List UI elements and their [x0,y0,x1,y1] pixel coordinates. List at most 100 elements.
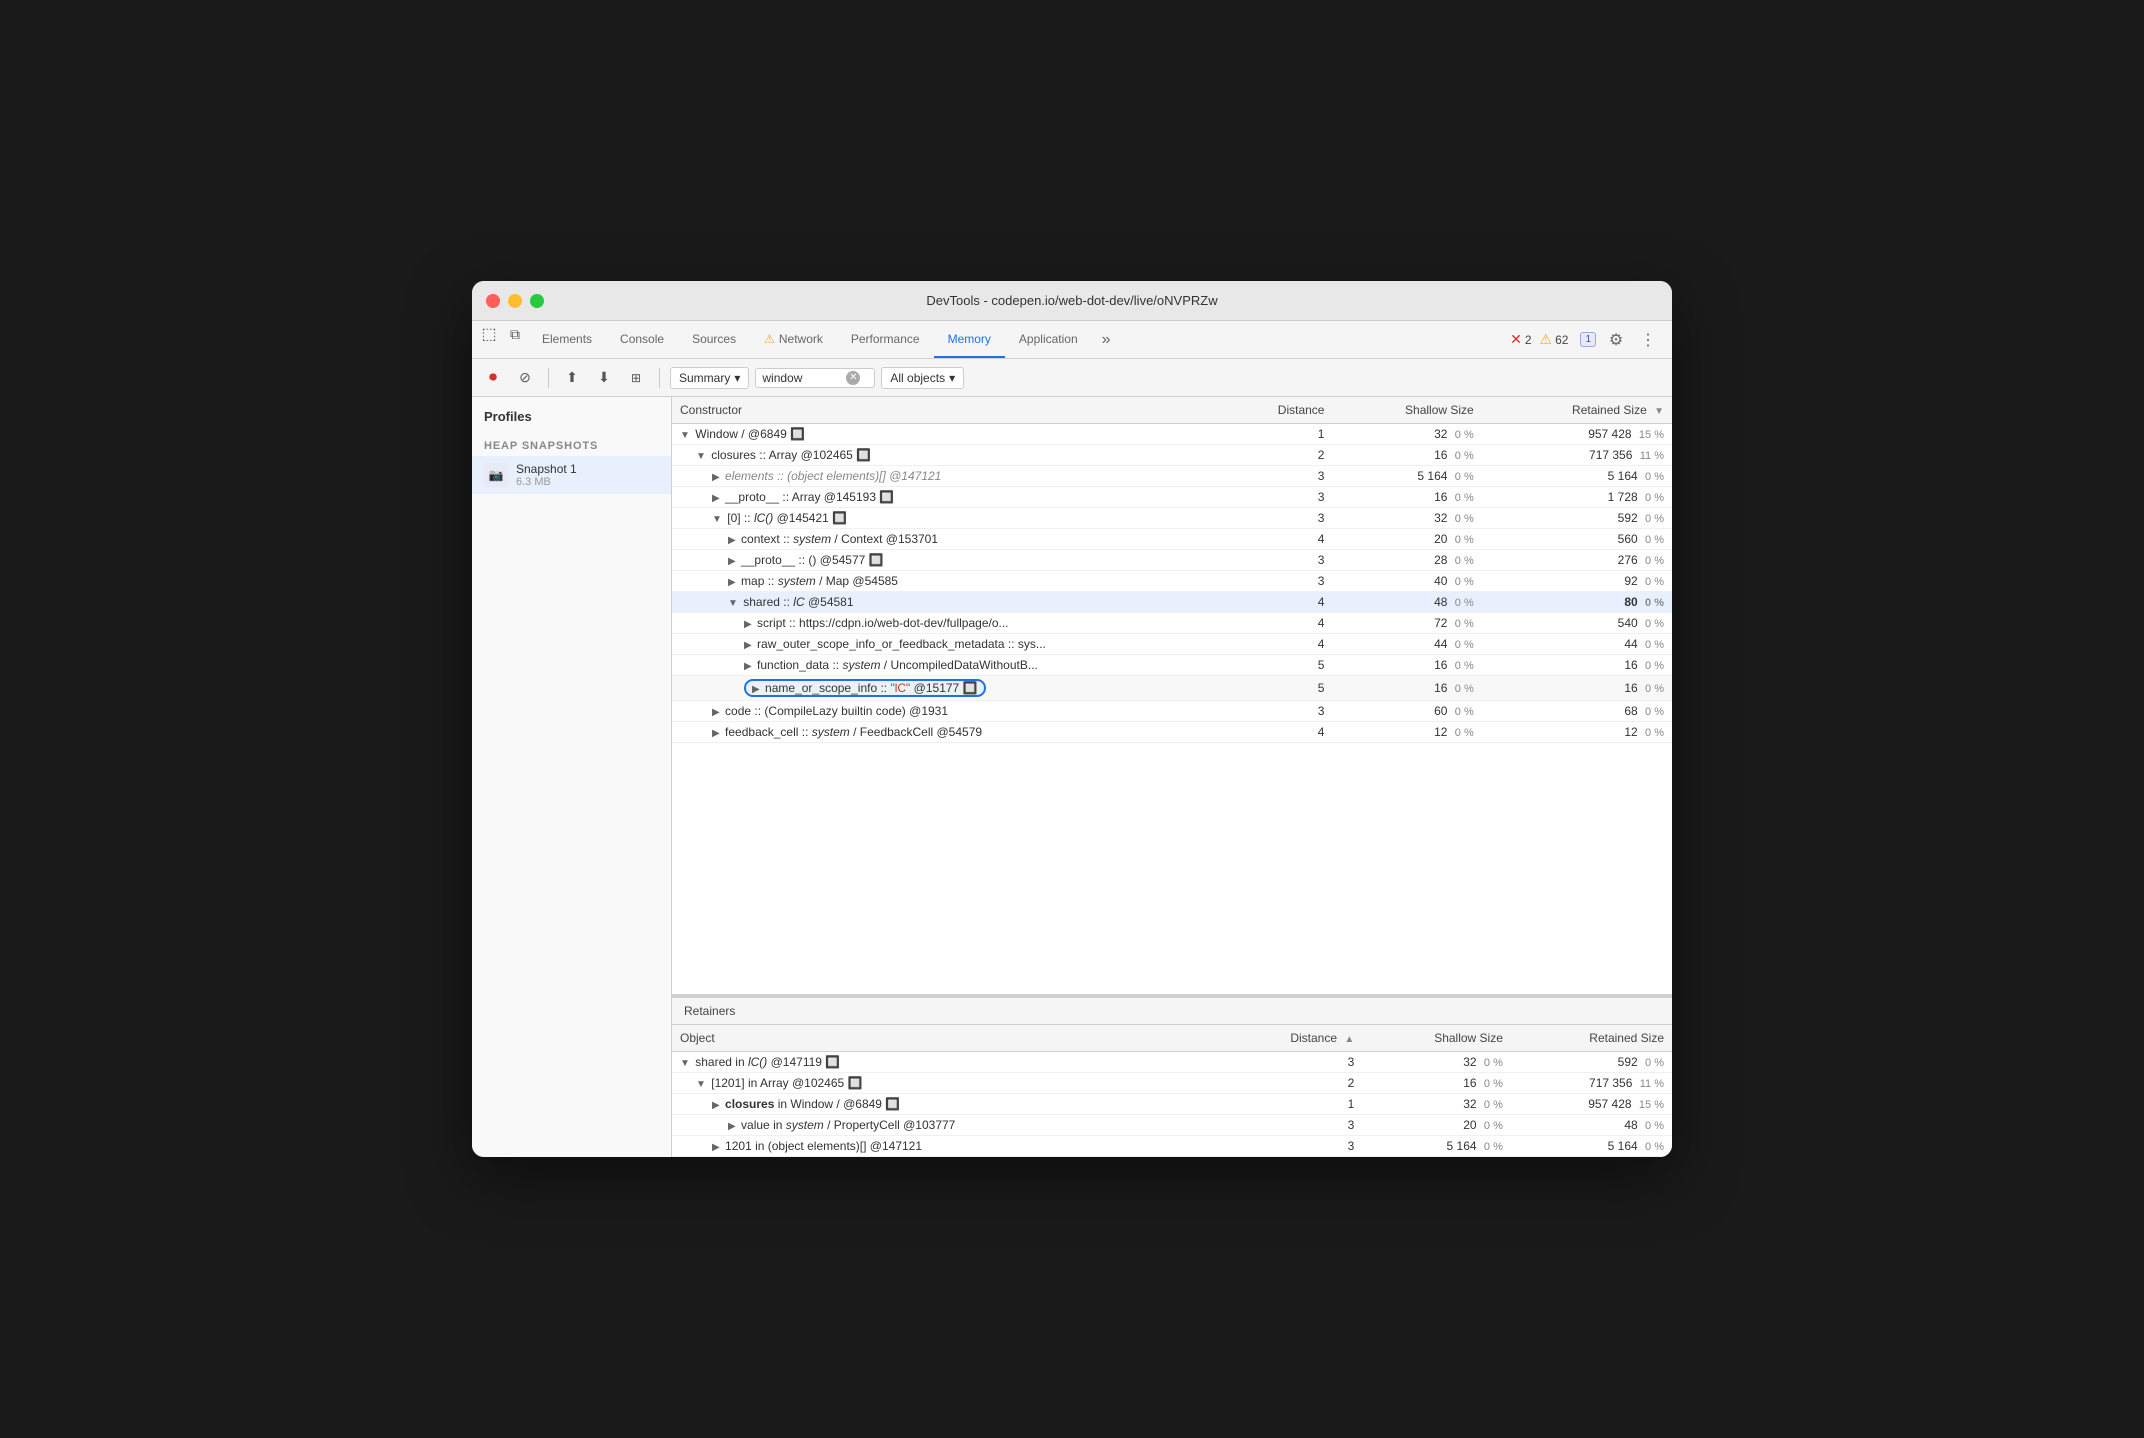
content-area: Constructor Distance Shallow Size Retain… [672,397,1672,1157]
tab-settings-area: ✕ 2 ⚠ 62 1 ⚙ ⋮ [1502,321,1668,358]
sort-desc-icon: ▼ [1654,406,1664,417]
filter-input-container: ✕ [755,368,875,388]
tab-bar: ⬚ ⧉ Elements Console Sources ⚠ Network P… [472,321,1672,359]
th-distance[interactable]: Distance [1222,397,1332,424]
expand-icon[interactable]: ▼ [696,1079,706,1090]
device-icon[interactable]: ⧉ [502,321,528,347]
summary-dropdown-arrow: ▾ [734,371,740,385]
table-row[interactable]: ▶ closures in Window / @6849 🔲 1 32 0 % … [672,1094,1672,1115]
download-icon[interactable]: ⬇ [591,365,617,391]
snapshot-name: Snapshot 1 [516,462,659,476]
tab-console[interactable]: Console [606,321,678,358]
table-row[interactable]: ▼ shared in lC() @147119 🔲 3 32 0 % 592 … [672,1052,1672,1073]
table-row[interactable]: ▶ __proto__ :: () @54577 🔲 3 28 0 % 276 … [672,550,1672,571]
table-row[interactable]: ▶ map :: system / Map @54585 3 40 0 % 92… [672,571,1672,592]
retainers-table-header: Object Distance ▲ Shallow Size Retained … [672,1025,1672,1052]
expand-icon[interactable]: ▶ [712,1142,720,1153]
expand-icon[interactable]: ▶ [752,684,760,695]
snapshot-item[interactable]: 📷 Snapshot 1 6.3 MB [472,456,671,494]
table-row[interactable]: ▶ value in system / PropertyCell @103777… [672,1115,1672,1136]
expand-icon[interactable]: ▼ [680,430,690,441]
th-shallow[interactable]: Shallow Size [1332,397,1481,424]
heap-table: Constructor Distance Shallow Size Retain… [672,397,1672,743]
close-button[interactable] [486,294,500,308]
expand-icon[interactable]: ▼ [696,451,706,462]
expand-icon[interactable]: ▼ [712,514,722,525]
table-row[interactable]: ▶ function_data :: system / UncompiledDa… [672,655,1672,676]
inspect-icon[interactable]: ⬚ [476,321,502,347]
filter-icon[interactable]: ⊞ [623,365,649,391]
expand-icon[interactable]: ▶ [728,556,736,567]
maximize-button[interactable] [530,294,544,308]
th-ret-distance[interactable]: Distance ▲ [1222,1025,1362,1052]
expand-icon[interactable]: ▶ [728,577,736,588]
more-options-icon[interactable]: ⋮ [1636,328,1660,352]
tab-sources[interactable]: Sources [678,321,750,358]
retainers-table-body: ▼ shared in lC() @147119 🔲 3 32 0 % 592 … [672,1052,1672,1157]
main-content: Profiles HEAP SNAPSHOTS 📷 Snapshot 1 6.3… [472,397,1672,1157]
filter-input[interactable] [762,371,842,385]
error-icon: ✕ [1510,331,1522,348]
th-ret-shallow[interactable]: Shallow Size [1362,1025,1511,1052]
sort-asc-icon: ▲ [1344,1034,1354,1045]
tab-network[interactable]: ⚠ Network [750,321,837,358]
class-filter-dropdown[interactable]: All objects ▾ [881,367,964,389]
clear-button[interactable]: ⊘ [512,365,538,391]
th-retained[interactable]: Retained Size ▼ [1482,397,1672,424]
expand-icon[interactable]: ▶ [744,640,752,651]
sidebar-profiles-title: Profiles [472,409,671,432]
heap-table-header: Constructor Distance Shallow Size Retain… [672,397,1672,424]
tab-memory[interactable]: Memory [934,321,1005,358]
table-row[interactable]: ▼ Window / @6849 🔲 1 32 0 % 957 428 15 % [672,424,1672,445]
table-row[interactable]: ▶ context :: system / Context @153701 4 … [672,529,1672,550]
table-row[interactable]: ▼ closures :: Array @102465 🔲 2 16 0 % 7… [672,445,1672,466]
expand-icon[interactable]: ▼ [728,598,738,609]
sidebar: Profiles HEAP SNAPSHOTS 📷 Snapshot 1 6.3… [472,397,672,1157]
expand-icon[interactable]: ▶ [712,707,720,718]
action-bar: ⏺ ⊘ ⬆ ⬇ ⊞ Summary ▾ ✕ All objects ▾ [472,359,1672,397]
expand-icon[interactable]: ▶ [712,472,720,483]
clear-filter-button[interactable]: ✕ [846,371,860,385]
table-row[interactable]: ▼ [0] :: lC() @145421 🔲 3 32 0 % 592 0 % [672,508,1672,529]
divider-2 [659,368,660,388]
expand-icon[interactable]: ▼ [680,1058,690,1069]
expand-icon[interactable]: ▶ [728,535,736,546]
settings-icon[interactable]: ⚙ [1604,328,1628,352]
table-row[interactable]: ▶ script :: https://cdpn.io/web-dot-dev/… [672,613,1672,634]
upload-icon[interactable]: ⬆ [559,365,585,391]
titlebar: DevTools - codepen.io/web-dot-dev/live/o… [472,281,1672,321]
retainers-header: Retainers [672,998,1672,1025]
th-ret-retained[interactable]: Retained Size [1511,1025,1672,1052]
th-constructor: Constructor [672,397,1222,424]
table-row[interactable]: ▶ feedback_cell :: system / FeedbackCell… [672,722,1672,743]
expand-icon[interactable]: ▶ [712,493,720,504]
table-row-highlighted[interactable]: ▶ name_or_scope_info :: "lC" @15177 🔲 5 … [672,676,1672,701]
expand-icon[interactable]: ▶ [744,661,752,672]
table-row[interactable]: ▶ 1201 in (object elements)[] @147121 3 … [672,1136,1672,1157]
tab-performance[interactable]: Performance [837,321,934,358]
heap-snapshots-header: HEAP SNAPSHOTS [472,432,671,456]
snapshot-size: 6.3 MB [516,476,659,488]
table-row[interactable]: ▶ code :: (CompileLazy builtin code) @19… [672,701,1672,722]
expand-icon[interactable]: ▶ [744,619,752,630]
heap-table-container[interactable]: Constructor Distance Shallow Size Retain… [672,397,1672,998]
minimize-button[interactable] [508,294,522,308]
warning-icon: ⚠ [1540,331,1553,348]
tab-elements[interactable]: Elements [528,321,606,358]
summary-dropdown[interactable]: Summary ▾ [670,367,749,389]
table-row[interactable]: ▶ raw_outer_scope_info_or_feedback_metad… [672,634,1672,655]
more-tabs-button[interactable]: » [1092,321,1121,358]
dropdown-arrow: ▾ [949,371,955,385]
tab-application[interactable]: Application [1005,321,1092,358]
expand-icon[interactable]: ▶ [728,1121,736,1132]
th-object: Object [672,1025,1222,1052]
error-badge: ✕ 2 [1510,331,1531,348]
table-row[interactable]: ▶ __proto__ :: Array @145193 🔲 3 16 0 % … [672,487,1672,508]
record-button[interactable]: ⏺ [480,365,506,391]
table-row[interactable]: ▶ elements :: (object elements)[] @14712… [672,466,1672,487]
table-row[interactable]: ▼ [1201] in Array @102465 🔲 2 16 0 % 717… [672,1073,1672,1094]
table-row-selected[interactable]: ▼ shared :: lC @54581 4 48 0 % 80 0 % [672,592,1672,613]
expand-icon[interactable]: ▶ [712,1100,720,1111]
retainers-table: Object Distance ▲ Shallow Size Retained … [672,1025,1672,1157]
expand-icon[interactable]: ▶ [712,728,720,739]
